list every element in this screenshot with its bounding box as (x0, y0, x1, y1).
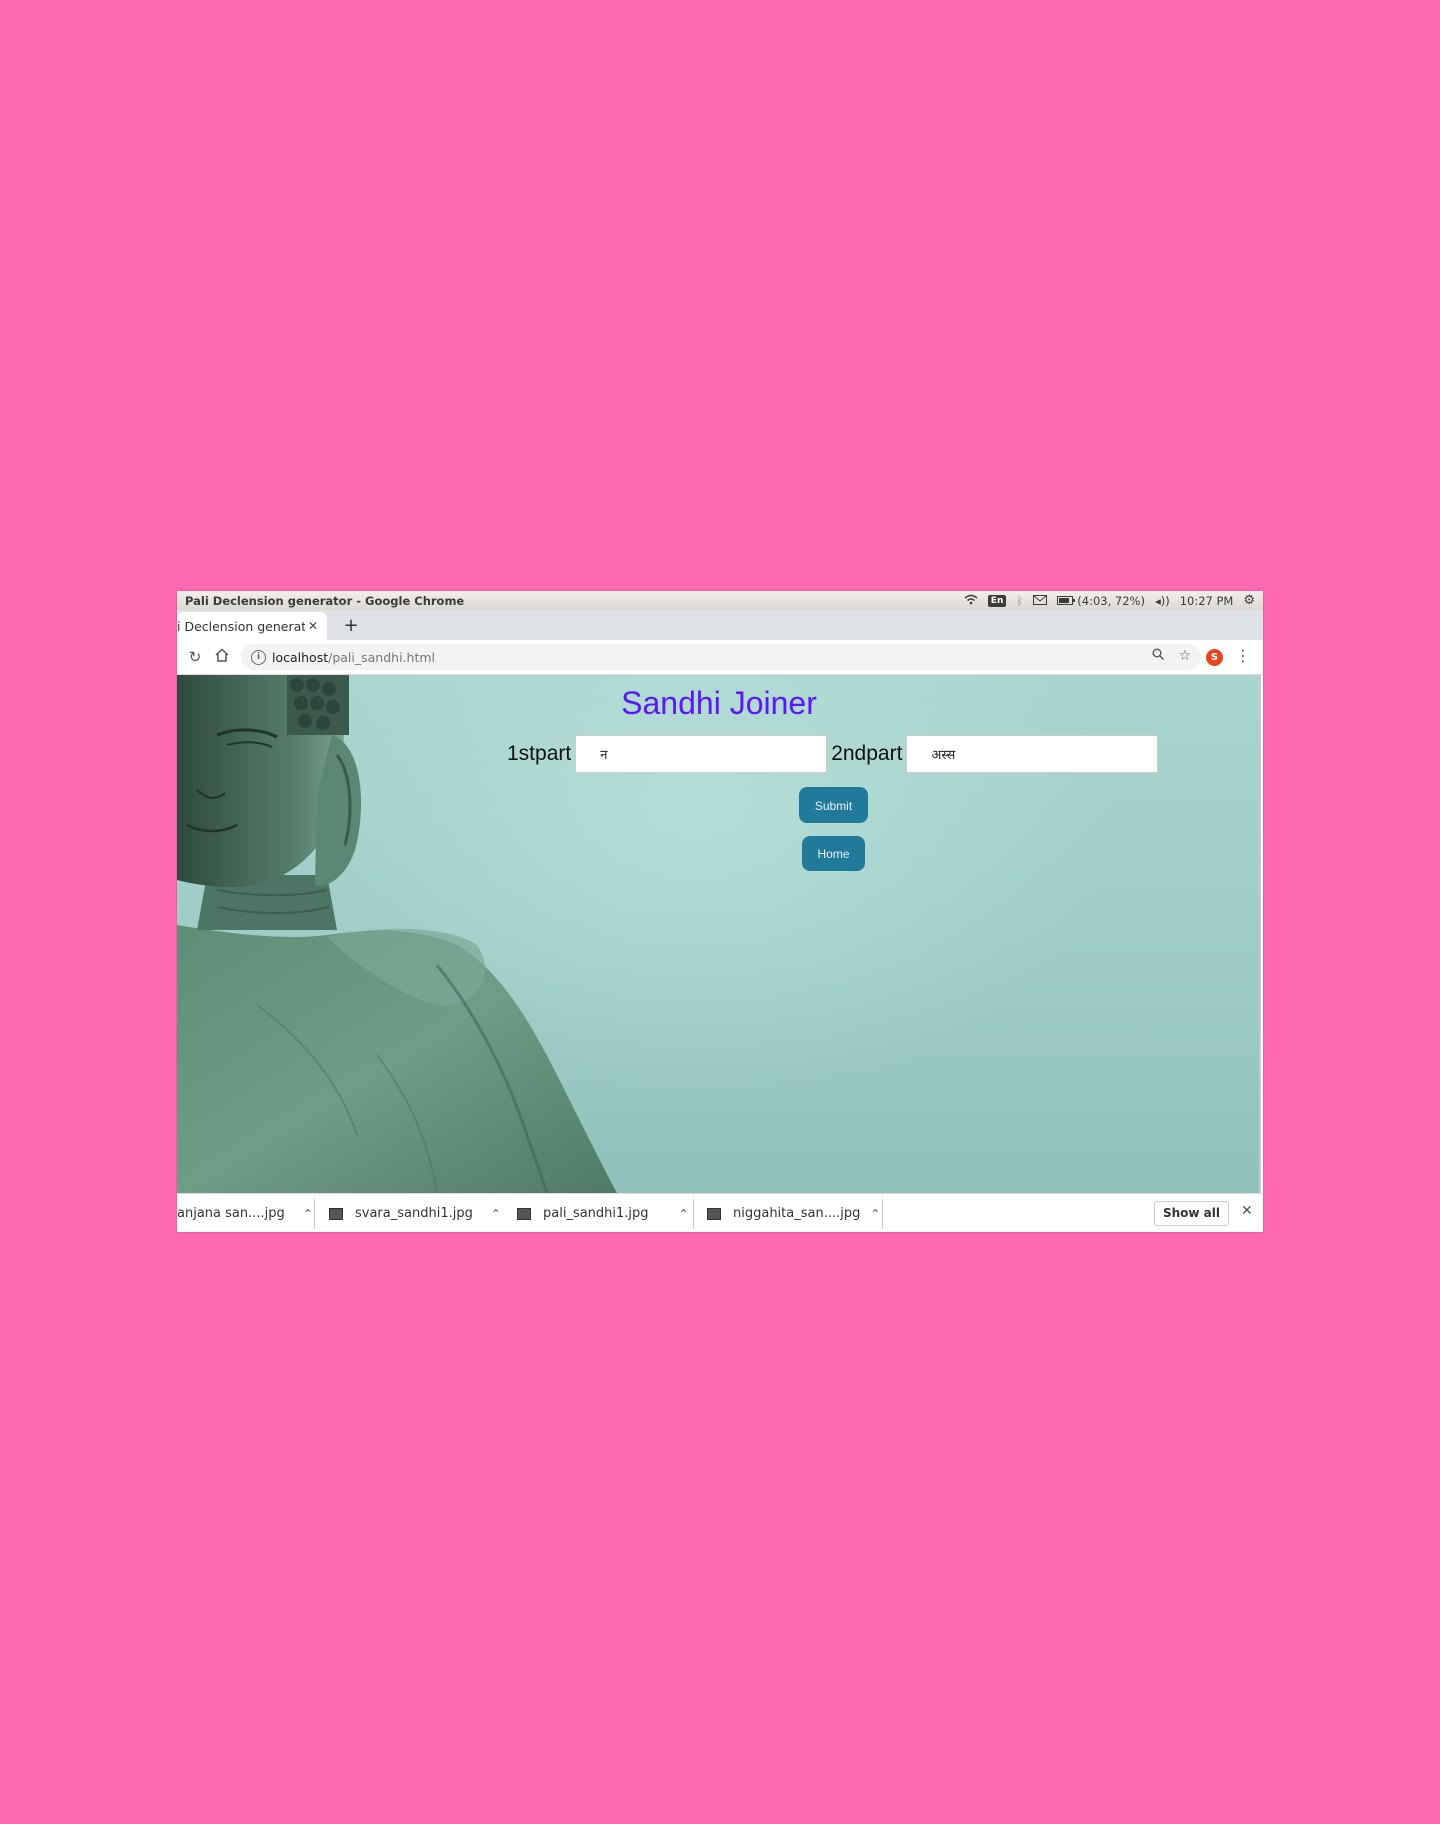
address-bar[interactable]: i localhost/pali_sandhi.html ☆ (241, 644, 1201, 670)
system-top-bar: Pali Declension generator - Google Chrom… (177, 591, 1263, 610)
download-filename: niggahita_san....jpg (733, 1206, 861, 1221)
new-tab-button[interactable]: + (337, 612, 365, 640)
chevron-up-icon[interactable]: ⌃ (679, 1207, 689, 1221)
first-part-label: 1stpart (507, 742, 572, 765)
url-host: localhost (272, 649, 329, 665)
more-menu-icon[interactable]: ⋮ (1235, 646, 1251, 665)
divider (693, 1199, 694, 1229)
tab-close-icon[interactable]: ✕ (305, 619, 321, 633)
download-item[interactable]: svara_sandhi1.jpg ⌃ (329, 1194, 501, 1232)
page-viewport: Sandhi Joiner 1stpart 2ndpart Submit Hom… (177, 675, 1261, 1193)
download-filename: anjana san....jpg (177, 1206, 285, 1221)
second-part-label: 2ndpart (831, 742, 903, 765)
image-file-icon (329, 1207, 343, 1220)
clock[interactable]: 10:27 PM (1180, 594, 1234, 608)
close-icon[interactable]: ✕ (1241, 1203, 1253, 1219)
battery-status: (4:03, 72%) (1077, 593, 1145, 608)
window-title: Pali Declension generator - Google Chrom… (185, 593, 465, 608)
battery-indicator[interactable]: (4:03, 72%) (1057, 594, 1145, 608)
image-file-icon (517, 1207, 531, 1220)
gear-icon[interactable]: ⚙ (1243, 593, 1255, 608)
reload-icon[interactable]: ↻ (185, 647, 205, 667)
zoom-search-icon[interactable] (1152, 648, 1165, 664)
bluetooth-icon[interactable]: ᛒ (1016, 594, 1023, 608)
battery-icon (1057, 596, 1076, 605)
bookmark-star-icon[interactable]: ☆ (1178, 648, 1191, 664)
wifi-icon[interactable] (964, 594, 978, 608)
browser-toolbar: ↻ i localhost/pali_sandhi.html ☆ S ⋮ (177, 640, 1263, 675)
sandhi-form: 1stpart 2ndpart (507, 735, 1162, 773)
page-title: Sandhi Joiner (621, 685, 817, 721)
tab-strip: i Declension generator ✕ + (177, 610, 1263, 640)
active-tab[interactable]: i Declension generator ✕ (177, 612, 327, 640)
url-path: /pali_sandhi.html (328, 649, 435, 665)
home-icon[interactable] (212, 647, 232, 667)
image-file-icon (707, 1207, 721, 1220)
download-item[interactable]: pali_sandhi1.jpg ⌃ (517, 1194, 689, 1232)
chevron-up-icon[interactable]: ⌃ (491, 1207, 501, 1221)
second-part-input[interactable] (906, 735, 1159, 773)
home-button[interactable]: Home (802, 836, 865, 871)
download-filename: pali_sandhi1.jpg (543, 1206, 649, 1221)
system-tray: En ᛒ (4:03, 72%) ◂)) 10:27 PM ⚙ (964, 593, 1263, 608)
tab-title: i Declension generator (177, 618, 305, 634)
show-all-button[interactable]: Show all (1154, 1201, 1229, 1226)
divider (314, 1199, 315, 1229)
download-item[interactable]: anjana san....jpg ⌃ (177, 1194, 313, 1232)
info-icon[interactable]: i (251, 649, 266, 665)
volume-icon[interactable]: ◂)) (1155, 594, 1170, 608)
chevron-up-icon[interactable]: ⌃ (303, 1207, 313, 1221)
submit-button[interactable]: Submit (799, 787, 868, 823)
browser-window: Pali Declension generator - Google Chrom… (177, 591, 1263, 1232)
page-scrollbar[interactable] (1259, 675, 1261, 1193)
download-shelf: anjana san....jpg ⌃ svara_sandhi1.jpg ⌃ … (177, 1193, 1263, 1232)
extension-icon[interactable]: S (1206, 649, 1223, 666)
chevron-up-icon[interactable]: ⌃ (870, 1207, 880, 1221)
first-part-input[interactable] (575, 735, 828, 773)
download-filename: svara_sandhi1.jpg (355, 1206, 473, 1221)
mail-icon[interactable] (1033, 594, 1048, 608)
divider (882, 1199, 883, 1229)
download-item[interactable]: niggahita_san....jpg ⌃ (707, 1194, 880, 1232)
keyboard-layout-indicator[interactable]: En (987, 594, 1007, 607)
